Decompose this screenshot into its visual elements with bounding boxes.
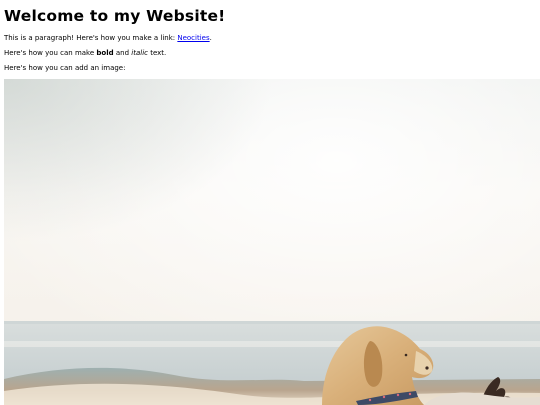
- bold-text: bold: [96, 49, 114, 57]
- paragraph-formatting: Here's how you can make bold and italic …: [4, 49, 166, 58]
- paragraph-text: Here's how you can make: [4, 49, 97, 57]
- page-heading: Welcome to my Website!: [4, 7, 226, 25]
- paragraph-text-end: .: [209, 34, 212, 42]
- paragraph-text: This is a paragraph! Here's how you make…: [4, 34, 178, 42]
- paragraph-link: This is a paragraph! Here's how you make…: [4, 34, 212, 43]
- neocities-link[interactable]: Neocities: [177, 34, 209, 42]
- paragraph-text-between: and: [113, 49, 132, 57]
- dog-beach-image: [4, 79, 540, 405]
- italic-text: italic: [131, 49, 148, 57]
- paragraph-text-end: text.: [147, 49, 167, 57]
- paragraph-image-intro: Here's how you can add an image:: [4, 64, 126, 72]
